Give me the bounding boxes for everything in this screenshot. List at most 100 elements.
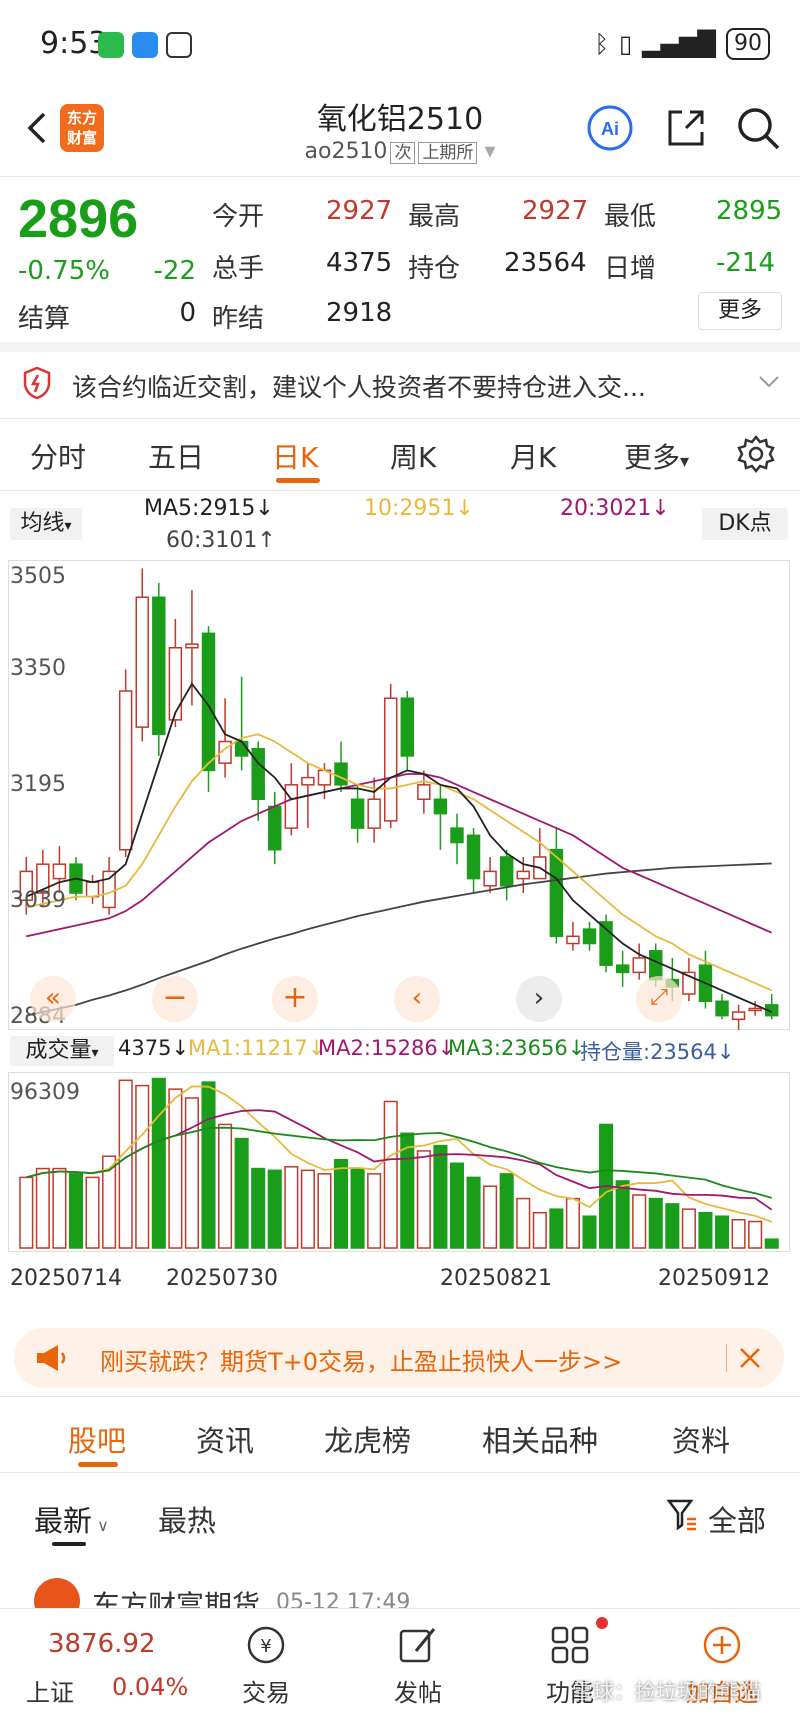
volume-bar [218,1123,233,1249]
volume-indicator-selector[interactable]: 成交量▾ [10,1036,114,1066]
shield-warning-icon [23,366,51,400]
candle [52,846,67,894]
candle [234,676,249,771]
volume-bar [532,1211,547,1249]
tab-daily-k[interactable]: 日K [272,436,318,476]
candle [731,1004,746,1030]
section-tab-dragon-tiger[interactable]: 龙虎榜 [324,1418,411,1460]
more-button[interactable]: 更多 [698,292,782,330]
volume-bar [135,1084,150,1249]
volume-bar [549,1208,564,1249]
candle [152,582,166,756]
delivery-warning[interactable]: 该合约临近交割，建议个人投资者不要持仓进入交... [72,368,646,404]
app-notification-icon [166,32,192,58]
feed-tab-latest[interactable]: 最新 ∨ [34,1498,109,1540]
share-icon[interactable] [662,104,710,152]
add-watchlist-icon[interactable] [700,1623,744,1667]
chevron-right-icon[interactable]: › [516,976,562,1022]
candle [450,813,464,865]
rewind-icon[interactable]: « [30,976,76,1022]
high-label: 最高 [408,202,461,232]
volume-bar [367,1173,382,1249]
tab-weekly-k[interactable]: 周K [390,436,436,476]
watermark: 雪球：捡垃圾的熊猫 [572,1680,761,1704]
candle [118,669,133,857]
volume-bar [433,1144,448,1249]
ma-selector[interactable]: 均线▾ [10,508,82,540]
candle [549,828,564,944]
nav-trade[interactable]: 交易 [206,1673,326,1708]
candle [632,943,646,980]
daily-inc-label: 日增 [604,254,657,284]
volume-bar [35,1167,50,1249]
volume-legend: 4375↓ [118,1036,190,1060]
volume-bar [764,1238,779,1249]
fullscreen-icon[interactable]: ⤢ [636,976,682,1022]
active-tab-indicator [276,478,320,483]
dropdown-icon[interactable]: ▾ [484,139,495,164]
search-icon[interactable] [734,104,782,152]
candle [218,698,232,778]
y-tick-label: 3039 [10,888,66,913]
volume-bar [648,1197,663,1249]
candle [765,994,779,1020]
vol-ma3-legend: MA3:23656↓ [448,1036,586,1060]
volume-bar [714,1215,730,1249]
y-tick-label: 3505 [10,564,66,589]
tab-monthly-k[interactable]: 月K [510,436,556,476]
settings-gear-icon[interactable] [736,434,776,474]
feed-tab-hot[interactable]: 最热 [158,1498,216,1540]
last-price: 2896 [18,189,139,249]
feed-filter-all[interactable]: 全部 [708,1498,766,1540]
tab-intraday[interactable]: 分时 [30,436,86,476]
candle [85,874,100,904]
megaphone-icon [37,1345,66,1371]
volume-bar [383,1100,398,1249]
candle [350,784,365,843]
close-icon[interactable] [738,1346,762,1370]
chevron-down-icon[interactable] [758,374,780,390]
functions-grid-icon[interactable] [548,1623,592,1667]
date-label: 20250821 [440,1266,552,1291]
volume-bar [632,1194,647,1249]
volume-bar [565,1197,580,1249]
volume-bar [201,1081,216,1249]
index-name[interactable]: 上证 [26,1673,74,1708]
index-pct[interactable]: 0.04% [112,1673,188,1701]
ai-icon[interactable]: Ai [586,104,634,152]
status-icons: ᛒ ▯ ▂▄▆█ 90 [595,28,770,60]
tab-5day[interactable]: 五日 [148,436,204,476]
volume-bar [118,1079,133,1249]
volume-bar [449,1162,465,1249]
chevron-left-icon[interactable]: ‹ [394,976,440,1022]
tab-more[interactable]: 更多▾ [624,436,689,476]
trade-yen-icon[interactable]: ¥ [244,1623,288,1667]
index-value[interactable]: 3876.92 [48,1629,156,1659]
vol-ma1-legend: MA1:11217↓ [188,1036,326,1060]
promo-text[interactable]: 刚买就跌？期货T+0交易，止盈止损快人一步>> [100,1342,622,1377]
kline-chart[interactable] [8,560,790,1030]
candle [135,568,149,742]
section-tab-related[interactable]: 相关品种 [482,1418,598,1460]
volume-bar [681,1208,696,1249]
section-tab-news[interactable]: 资讯 [196,1418,254,1460]
candle [483,856,497,894]
date-label: 20250730 [166,1266,278,1291]
zoom-out-icon[interactable]: − [152,976,198,1022]
nav-post[interactable]: 发帖 [358,1673,478,1708]
ma5-line [25,682,773,1013]
volume-chart[interactable] [8,1072,790,1252]
ma20-line [26,773,773,938]
post-edit-icon[interactable] [396,1623,440,1667]
zoom-in-icon[interactable]: + [272,976,318,1022]
daily-inc-value: -214 [716,248,776,278]
section-tab-info[interactable]: 资料 [672,1418,730,1460]
candle [566,921,580,951]
candle [599,914,613,973]
candle [682,957,696,1002]
dk-point-toggle[interactable]: DK点 [702,508,788,540]
section-tab-forum[interactable]: 股吧 [68,1418,126,1460]
filter-icon[interactable] [666,1498,698,1532]
candle [384,683,398,829]
exchange-tag: 上期所 [418,142,478,164]
